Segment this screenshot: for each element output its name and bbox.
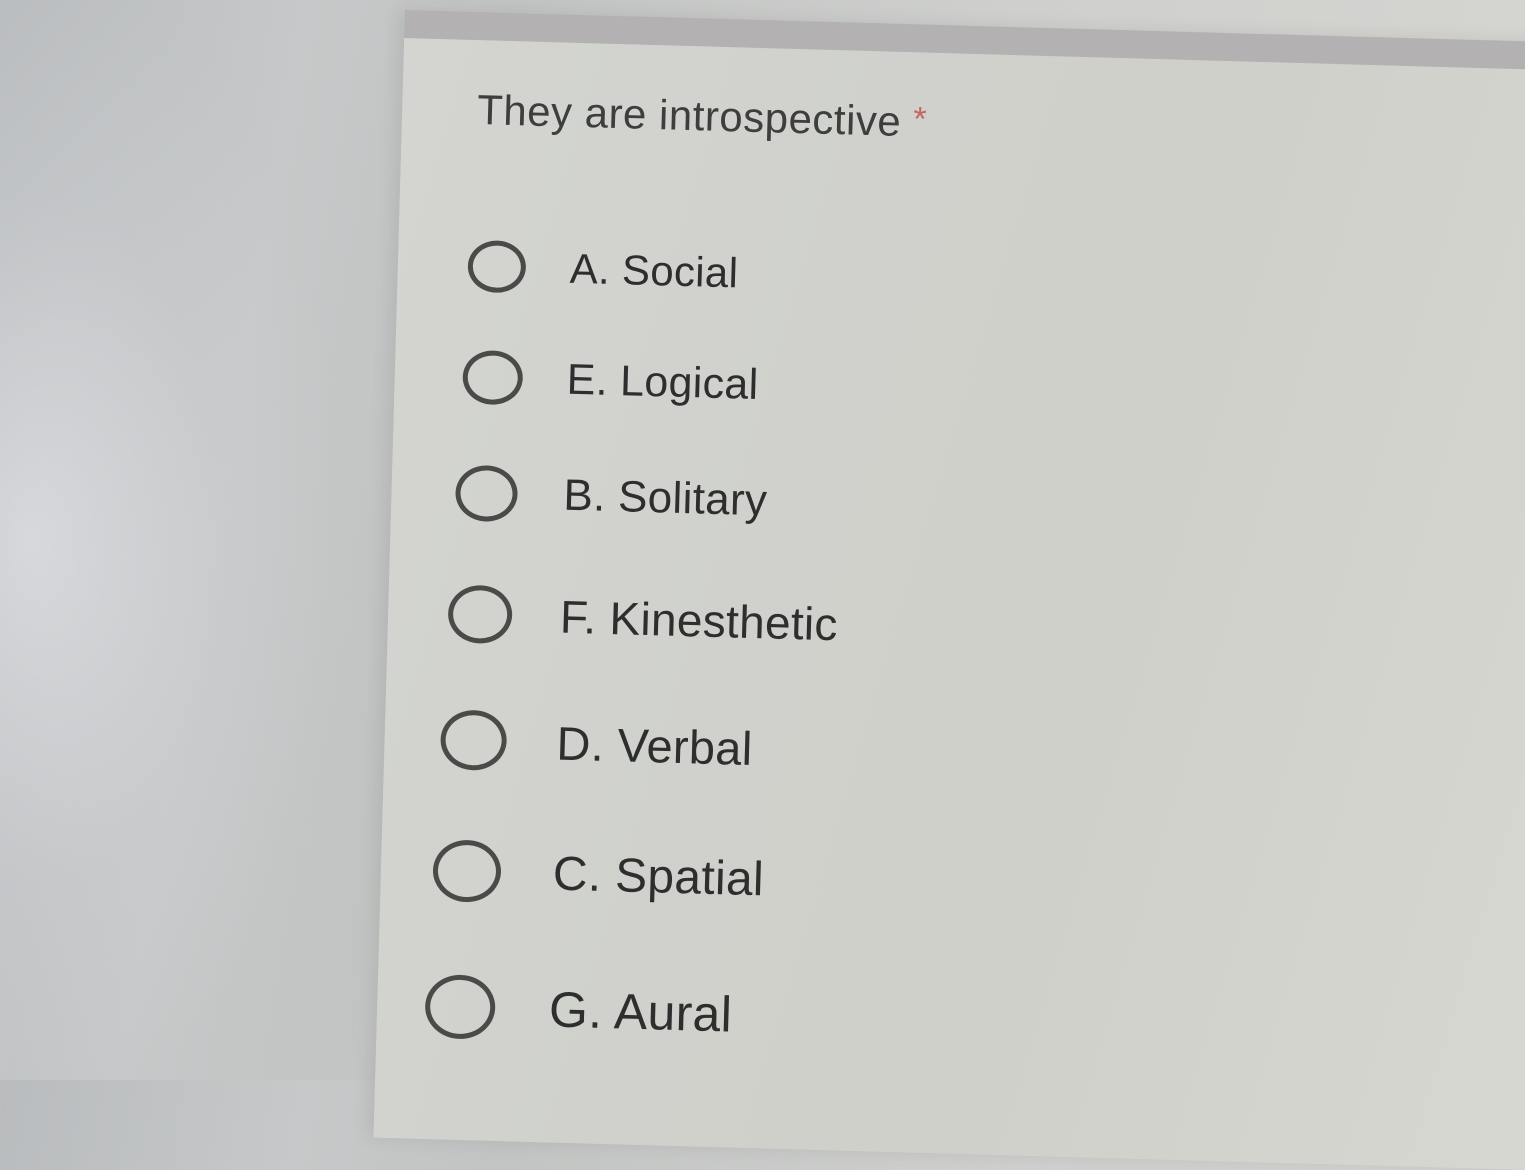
option-c-spatial[interactable]: C. Spatial [432, 839, 765, 910]
option-d-verbal[interactable]: D. Verbal [439, 709, 754, 778]
option-label: C. Spatial [552, 846, 765, 906]
background-glare [0, 0, 330, 1080]
radio-button[interactable] [462, 349, 524, 406]
option-label: G. Aural [548, 981, 733, 1043]
option-label: B. Solitary [562, 470, 768, 526]
radio-button[interactable] [467, 239, 527, 294]
option-label: E. Logical [566, 355, 760, 409]
option-label: F. Kinesthetic [559, 590, 839, 651]
option-g-aural[interactable]: G. Aural [424, 973, 733, 1047]
radio-button[interactable] [424, 973, 497, 1040]
option-e-logical[interactable]: E. Logical [462, 349, 760, 412]
radio-button[interactable] [454, 464, 519, 523]
option-a-social[interactable]: A. Social [467, 239, 739, 300]
radio-button[interactable] [447, 584, 513, 645]
radio-button[interactable] [439, 709, 508, 772]
question-card: They are introspective * A. Social E. Log… [373, 10, 1525, 1170]
option-b-solitary[interactable]: B. Solitary [454, 464, 768, 530]
option-f-kinesthetic[interactable]: F. Kinesthetic [447, 584, 839, 653]
option-label: D. Verbal [555, 716, 754, 775]
option-label: A. Social [569, 244, 739, 297]
radio-group: A. Social E. Logical B. Solitary F. Kine… [374, 38, 1525, 1170]
radio-button[interactable] [432, 839, 502, 904]
